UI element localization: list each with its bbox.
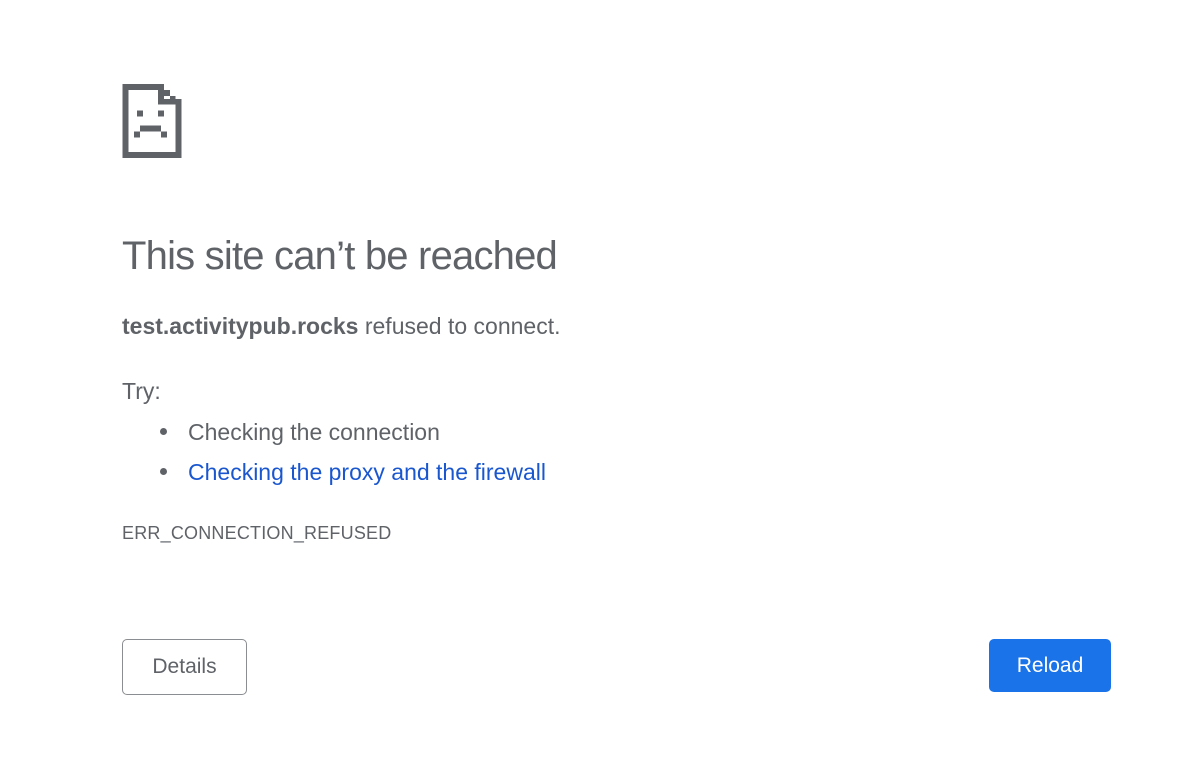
suggestions-list: Checking the connection Checking the pro…	[160, 417, 546, 497]
bullet-icon	[160, 468, 167, 475]
sad-page-icon	[122, 84, 182, 158]
suggestion-item: Checking the proxy and the firewall	[160, 457, 546, 497]
page-title: This site can’t be reached	[122, 234, 558, 278]
try-label: Try:	[122, 378, 161, 404]
bullet-icon	[160, 428, 167, 435]
error-message-suffix: refused to connect.	[358, 313, 561, 339]
suggestion-item: Checking the connection	[160, 417, 546, 457]
details-button[interactable]: Details	[122, 639, 247, 695]
suggestion-check-connection: Checking the connection	[188, 419, 440, 445]
error-message: test.activitypub.rocks refused to connec…	[122, 313, 560, 340]
host-name: test.activitypub.rocks	[122, 313, 359, 339]
reload-button[interactable]: Reload	[989, 639, 1111, 692]
suggestion-check-proxy-firewall-link[interactable]: Checking the proxy and the firewall	[188, 459, 546, 485]
error-code: ERR_CONNECTION_REFUSED	[122, 523, 392, 543]
